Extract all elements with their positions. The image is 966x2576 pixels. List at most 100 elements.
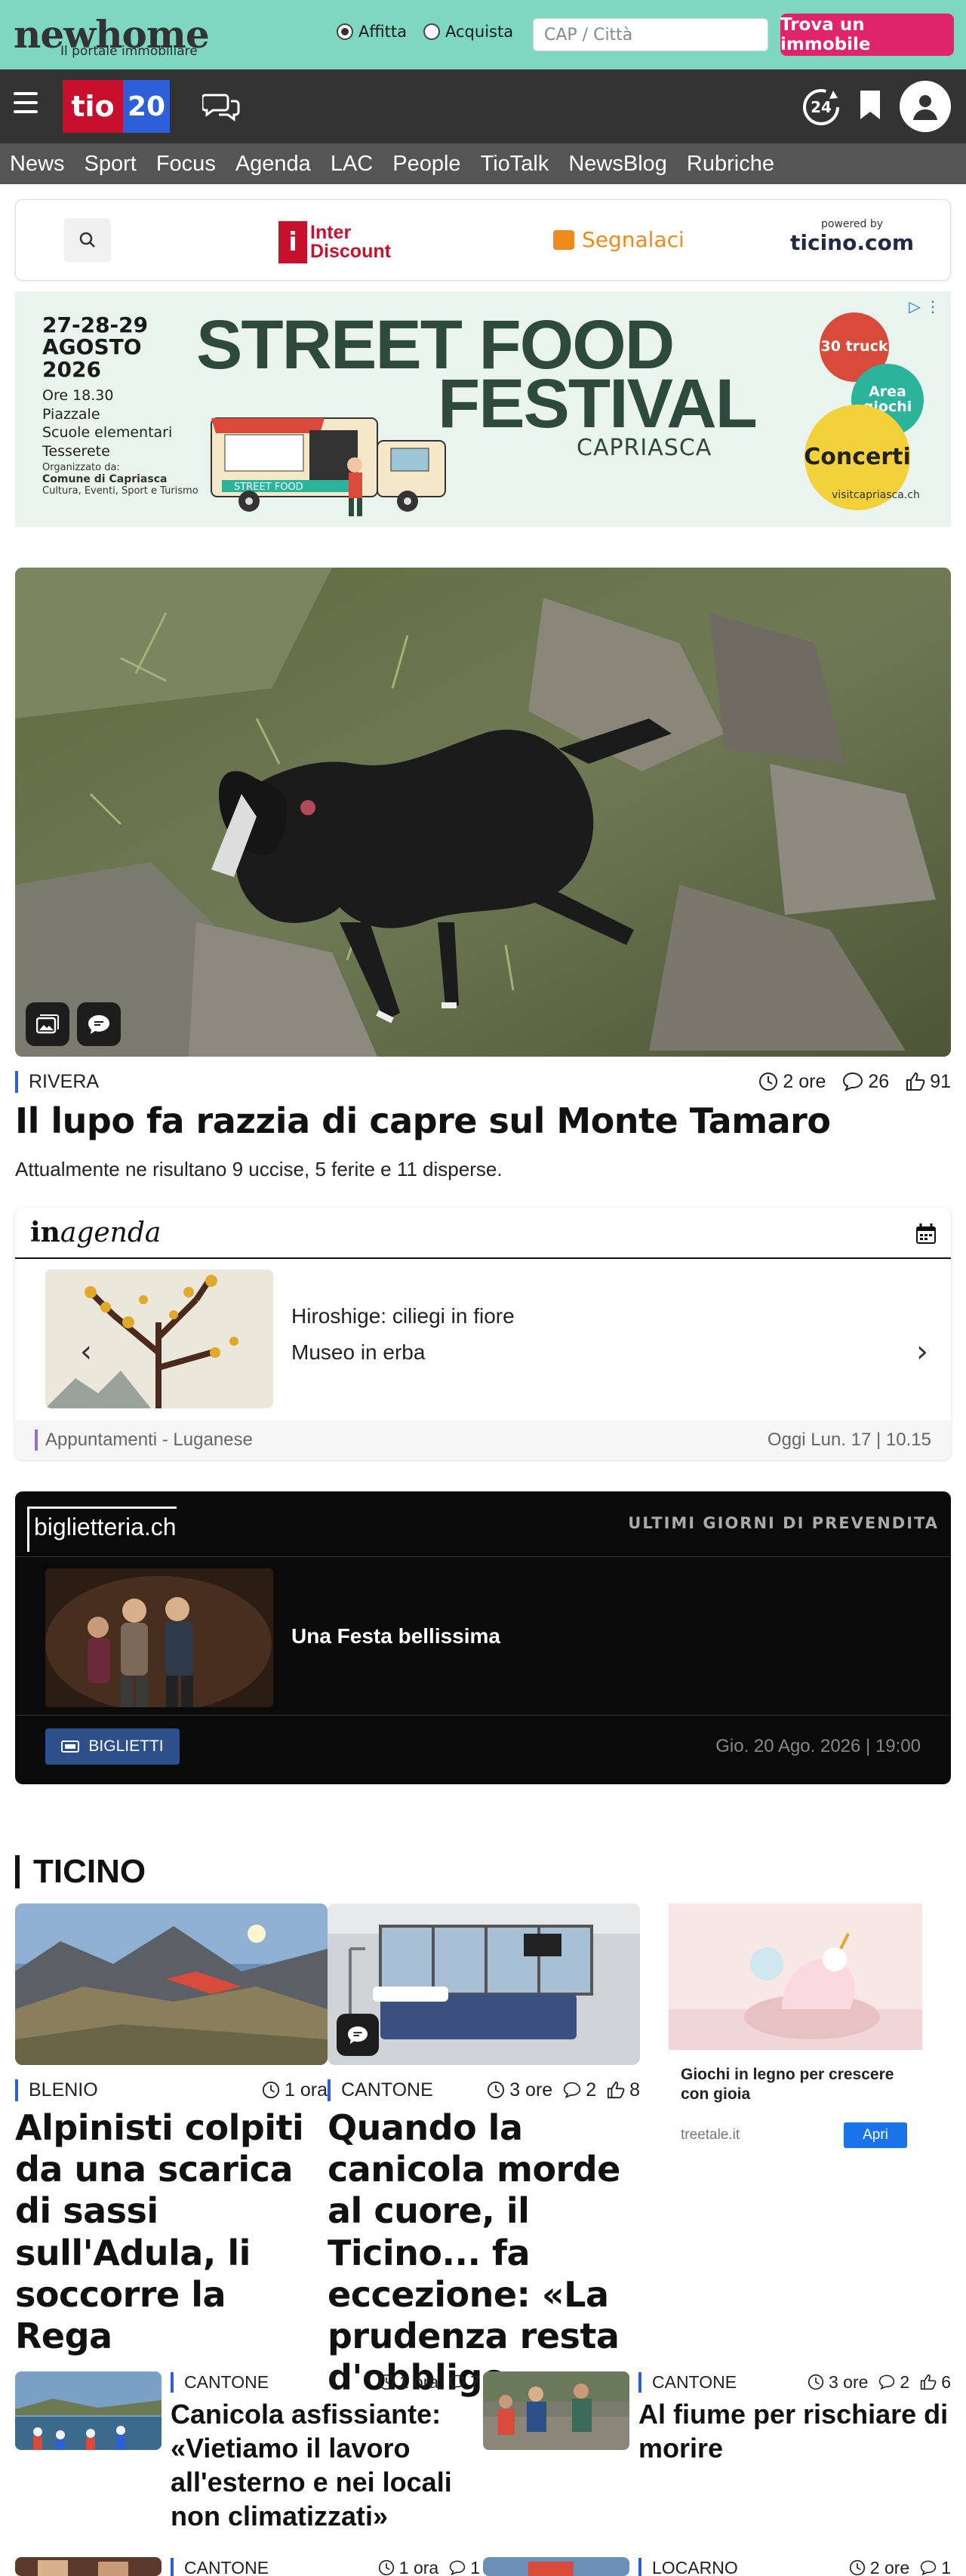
article-thumb-3[interactable] [15, 2557, 162, 2576]
comments-bubble-icon[interactable] [77, 1002, 121, 1046]
article-thumb-4[interactable] [483, 2557, 629, 2576]
biglietteria-event-image[interactable] [45, 1568, 273, 1707]
region-tag[interactable]: CANTONE [171, 2557, 269, 2576]
side-ad-treetale[interactable]: ▷ Giochi in legno per crescere con gioia… [669, 1904, 922, 2165]
clock-icon [759, 1073, 778, 1091]
ad-time: Ore 18.30 [42, 387, 114, 404]
article-image-adula[interactable] [15, 1904, 328, 2065]
article-time: 2 ore [869, 2557, 910, 2576]
cap-city-input[interactable]: CAP / Città [533, 18, 768, 51]
biglietteria-logo[interactable]: biglietteria.ch [27, 1507, 177, 1552]
hero-lead: Attualmente ne risultano 9 uccise, 5 fer… [15, 1158, 503, 1180]
nav-sport[interactable]: Sport [85, 152, 137, 177]
nav-rubriche[interactable]: Rubriche [687, 152, 774, 177]
article-title-small-1[interactable]: Canicola asfissiante: «Vietiamo il lavor… [171, 2397, 480, 2533]
twenty-logo[interactable]: 20 [123, 80, 170, 133]
article-time: 3 ore [509, 2079, 553, 2101]
calendar-icon[interactable] [915, 1223, 937, 1245]
site-header: tio 20 24 [0, 69, 966, 143]
user-avatar-icon[interactable] [900, 81, 951, 132]
region-tag-cantone[interactable]: CANTONE [328, 2079, 433, 2101]
bookmark-icon[interactable] [859, 89, 881, 121]
clock-icon [488, 2081, 505, 2099]
region-tag[interactable]: LOCARNO [638, 2557, 738, 2576]
radio-affitta[interactable]: Affitta [337, 23, 407, 41]
biglietteria-event-title[interactable]: Una Festa bellissima [291, 1624, 500, 1648]
side-ad-image[interactable] [669, 1904, 922, 2050]
ad-organizer-name: Comune di Capriasca [42, 473, 168, 485]
hero-comments[interactable]: 26 [842, 1071, 889, 1093]
powered-by-ticino[interactable]: powered by ticino.com [790, 218, 914, 255]
article-thumb-river[interactable] [483, 2371, 629, 2450]
search-button[interactable] [64, 218, 111, 262]
ad-organizer-label: Organizzato da: [42, 462, 120, 473]
article-title-canicola[interactable]: Quando la canicola morde al cuore, il Ti… [328, 2107, 640, 2399]
ad-organizer: Organizzato da: Comune di Capriasca Cult… [42, 462, 198, 497]
ad-date: 27-28-29 AGOSTO 2026 [42, 314, 148, 381]
article-thumb-canicola[interactable] [15, 2371, 162, 2450]
segnalaci-link[interactable]: Segnalaci [553, 227, 685, 252]
radio-acquista-dot[interactable] [423, 23, 441, 40]
buy-tickets-label: BIGLIETTI [88, 1737, 164, 1755]
adchoices-icon[interactable]: ▷ ⋮ [909, 297, 940, 315]
buy-tickets-button[interactable]: BIGLIETTI [45, 1728, 180, 1765]
nav-news[interactable]: News [10, 152, 65, 177]
gallery-icon[interactable] [26, 1002, 69, 1046]
badge-24-text: 24 [811, 98, 832, 116]
agenda-next-arrow[interactable]: › [916, 1334, 928, 1369]
hamburger-menu-icon[interactable] [14, 92, 38, 119]
agenda-prev-arrow[interactable]: ‹ [80, 1334, 92, 1369]
news-24h-icon[interactable]: 24 [800, 86, 842, 128]
food-truck-illustration: STREET FOOD [204, 405, 491, 518]
article-meta-small-4: LOCARNO 2 ore 1 [638, 2557, 951, 2576]
radio-acquista-label: Acquista [445, 23, 514, 41]
region-tag[interactable]: CANTONE [171, 2371, 269, 2393]
article-time: 1 ora [398, 2557, 439, 2576]
biglietteria-card[interactable]: biglietteria.ch ULTIMI GIORNI DI PREVEND… [15, 1491, 951, 1784]
article-likes: 8 [629, 2079, 640, 2101]
radio-acquista[interactable]: Acquista [423, 23, 513, 41]
article-title-small-2[interactable]: Al fiume per rischiare di morire [638, 2397, 951, 2465]
hero-region-tag[interactable]: RIVERA [15, 1070, 99, 1093]
hero-likes[interactable]: 91 [906, 1071, 951, 1093]
inagenda-card[interactable]: inagenda ‹ Hiroshige: ciliegi in fiore M… [15, 1208, 951, 1460]
region-tag[interactable]: CANTONE [638, 2371, 737, 2393]
interdiscount-word1: Inter [310, 222, 352, 243]
agenda-category[interactable]: Appuntamenti - Luganese [35, 1430, 253, 1451]
main-navigation: News Sport Focus Agenda LAC People TioTa… [0, 143, 966, 184]
side-ad-title[interactable]: Giochi in legno per crescere con gioia [681, 2065, 907, 2105]
nav-tiotalk[interactable]: TioTalk [481, 152, 549, 177]
article-image-hospital[interactable] [328, 1904, 640, 2065]
comments-bubble-icon[interactable] [337, 2014, 379, 2056]
section-heading-ticino[interactable]: TICINO [15, 1855, 146, 1888]
chat-bubbles-icon[interactable] [202, 92, 240, 122]
biglietteria-date: Gio. 20 Ago. 2026 | 19:00 [715, 1736, 921, 1756]
inagenda-logo-a: in [30, 1217, 60, 1248]
agenda-event-title[interactable]: Hiroshige: ciliegi in fiore [291, 1304, 515, 1328]
tio-logo[interactable]: tio [63, 80, 123, 133]
clock-icon [262, 2081, 280, 2099]
interdiscount-logo[interactable]: i Inter Discount [278, 220, 391, 265]
radio-affitta-dot[interactable] [337, 23, 353, 40]
divider [15, 1715, 951, 1716]
inagenda-logo[interactable]: inagenda [30, 1217, 161, 1248]
side-ad-open-button[interactable]: Apri [844, 2122, 907, 2148]
ticino-com-brand: ticino.com [790, 230, 914, 255]
nav-agenda[interactable]: Agenda [235, 152, 311, 177]
clock-icon [378, 2559, 394, 2576]
region-tag-blenio[interactable]: BLENIO [15, 2079, 98, 2101]
nav-people[interactable]: People [392, 152, 460, 177]
article-title-adula[interactable]: Alpinisti colpiti da una scarica di sass… [15, 2107, 328, 2357]
interdiscount-word2: Discount [310, 241, 391, 262]
find-property-button[interactable]: Trova un immobile [780, 14, 954, 56]
hero-image-goat[interactable] [15, 568, 951, 1057]
nav-focus[interactable]: Focus [156, 152, 216, 177]
street-food-festival-ad[interactable]: 27-28-29 AGOSTO 2026 Ore 18.30 Piazzale … [15, 291, 951, 527]
nav-lac[interactable]: LAC [331, 152, 373, 177]
side-ad-domain: treetale.it [681, 2127, 740, 2143]
comment-icon [920, 2560, 937, 2576]
nav-newsblog[interactable]: NewsBlog [568, 152, 667, 177]
clock-icon [378, 2374, 394, 2390]
ticket-icon [61, 1740, 80, 1753]
hero-headline[interactable]: Il lupo fa razzia di capre sul Monte Tam… [15, 1100, 831, 1141]
